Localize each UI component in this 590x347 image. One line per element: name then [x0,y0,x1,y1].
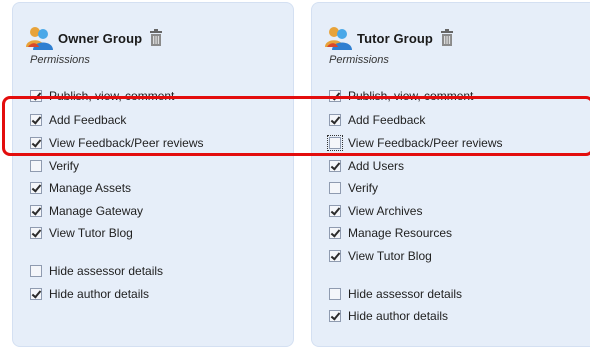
permission-item[interactable]: View Feedback/Peer reviews [30,135,204,151]
permission-label: View Feedback/Peer reviews [49,136,204,150]
permission-item[interactable]: Manage Assets [30,180,131,196]
permission-label: Hide assessor details [49,264,164,278]
permission-item[interactable]: Hide assessor details [30,263,163,279]
checkbox[interactable] [329,205,341,217]
permission-label: Manage Assets [49,181,132,195]
permission-item[interactable]: View Feedback/Peer reviews [327,135,503,151]
permission-label: View Feedback/Peer reviews [348,136,503,150]
checkbox[interactable] [329,250,341,262]
permission-label: Publish, view, comment [348,89,474,103]
permission-label: View Tutor Blog [348,249,432,263]
permission-label: Verify [348,181,379,195]
permission-label: View Tutor Blog [49,226,133,240]
owner-group-panel: Owner Group Permissions Publish, view, c… [12,2,294,347]
permission-label: View Archives [348,204,423,218]
permission-label: Add Feedback [348,113,426,127]
permission-label: Hide assessor details [348,287,463,301]
checkbox[interactable] [329,182,341,194]
trash-icon[interactable] [149,29,163,47]
checkbox[interactable] [329,114,341,126]
permission-item[interactable]: Manage Gateway [30,203,143,219]
checkbox[interactable] [30,182,42,194]
checkbox[interactable] [30,288,42,300]
checkbox[interactable] [327,135,343,151]
checkbox[interactable] [30,205,42,217]
permission-item[interactable]: Add Feedback [329,112,425,128]
checkbox[interactable] [329,288,341,300]
permission-label: Hide author details [348,309,449,323]
checkbox[interactable] [329,310,341,322]
permission-label: Hide author details [49,287,150,301]
permissions-label: Permissions [30,54,90,66]
permission-label: Add Feedback [49,113,127,127]
checkbox[interactable] [30,114,42,126]
permission-item[interactable]: View Tutor Blog [329,248,432,264]
permission-item[interactable]: Verify [329,180,378,196]
checkbox[interactable] [329,227,341,239]
checkbox[interactable] [329,160,341,172]
checkbox[interactable] [30,227,42,239]
checkbox[interactable] [30,265,42,277]
trash-icon[interactable] [440,29,454,47]
permission-item[interactable]: View Tutor Blog [30,225,133,241]
tutor-group-panel: Tutor Group Permissions Publish, view, c… [311,2,590,347]
group-users-icon [325,27,352,50]
permission-item[interactable]: Verify [30,158,79,174]
permission-label: Add Users [348,159,405,173]
checkbox[interactable] [30,90,42,102]
owner-group-title: Owner Group [58,30,143,46]
permission-item[interactable]: Add Users [329,158,404,174]
group-users-icon [26,27,53,50]
owner-group-header: Owner Group [25,25,163,51]
permission-label: Publish, view, comment [49,89,175,103]
permission-label: Manage Gateway [49,204,144,218]
permission-item[interactable]: Hide author details [30,286,149,302]
checkbox[interactable] [30,160,42,172]
permission-label: Verify [49,159,80,173]
permission-label: Manage Resources [348,226,453,240]
permission-item[interactable]: Add Feedback [30,112,126,128]
permission-item[interactable]: Hide author details [329,308,448,324]
permission-item[interactable]: Hide assessor details [329,286,462,302]
permission-item[interactable]: Manage Resources [329,225,452,241]
tutor-group-header: Tutor Group [324,25,454,51]
permission-item[interactable]: View Archives [329,203,422,219]
checkbox[interactable] [329,90,341,102]
permission-item[interactable]: Publish, view, comment [329,88,473,104]
permission-item[interactable]: Publish, view, comment [30,88,174,104]
permissions-label: Permissions [329,54,389,66]
tutor-group-title: Tutor Group [357,30,433,46]
checkbox[interactable] [30,137,42,149]
